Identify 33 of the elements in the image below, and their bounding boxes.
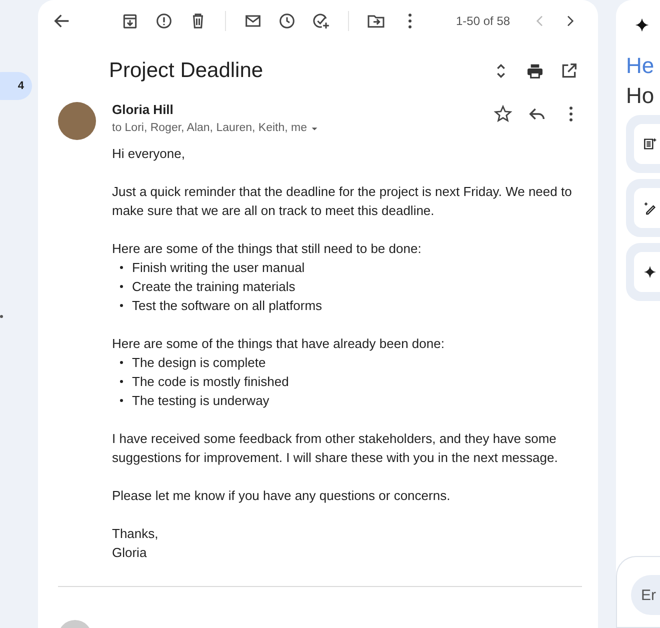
- dot-mark: [0, 315, 3, 318]
- sender-name: Gloria Hill: [112, 102, 174, 117]
- clock-icon[interactable]: [277, 11, 297, 31]
- bullet-item: Test the software on all platforms: [120, 296, 578, 315]
- count-badge: 4: [0, 72, 32, 100]
- signature-line: Gloria: [112, 544, 148, 562]
- bullet-item: The testing is underway: [120, 391, 578, 410]
- magic-pen-icon: [642, 200, 658, 216]
- body-paragraph: Just a quick reminder that the deadline for the project is next Friday. We need to make sure that we are all on track to meet this deadline.: [112, 183, 573, 220]
- add-task-icon[interactable]: [311, 11, 331, 31]
- greeting-text: He: [626, 53, 656, 79]
- summary-icon: [642, 136, 658, 152]
- body-paragraph: Please let me know if you have any questions or concerns.: [112, 487, 452, 505]
- recipients-dropdown[interactable]: to Lori, Roger, Alan, Lauren, Keith, me: [112, 122, 319, 134]
- body-paragraph: Here are some of the things that have already been done:: [112, 335, 446, 353]
- page-counter: 1-50 of 58: [456, 14, 510, 28]
- suggestion-card[interactable]: [626, 115, 660, 173]
- body-paragraph: Hi everyone,: [112, 145, 186, 163]
- spam-icon[interactable]: [154, 11, 174, 31]
- prompt-input-field[interactable]: Er: [631, 575, 660, 615]
- sparkle-icon: [634, 17, 650, 33]
- subtitle-text: Ho: [626, 83, 656, 109]
- body-paragraph: Here are some of the things that still need to be done:: [112, 240, 422, 258]
- bullet-item: The design is complete: [120, 353, 578, 372]
- signature-line: Thanks,: [112, 525, 160, 543]
- body-paragraph: I have received some feedback from other stakeholders, and they have some suggestions for improvement. I will share these with you in the next message.: [112, 430, 559, 467]
- star-icon[interactable]: [493, 104, 513, 124]
- sparkle-icon: [642, 264, 658, 280]
- bullet-item: Finish writing the user manual: [120, 258, 578, 277]
- avatar-photo-placeholder: [58, 102, 96, 140]
- email-subject: Project Deadline: [109, 59, 264, 83]
- bullet-item: Create the training materials: [120, 277, 578, 296]
- bullet-item: The code is mostly finished: [120, 372, 578, 391]
